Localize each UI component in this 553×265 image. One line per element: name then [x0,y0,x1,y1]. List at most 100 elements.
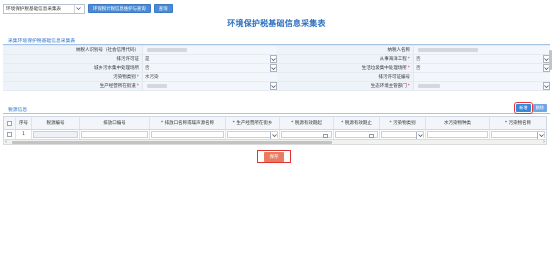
environment-dept-label-text: 生态环境主管部门 [370,84,407,89]
street-select[interactable] [142,82,277,90]
section-divider [3,113,550,114]
garbage-plant-label: 生活垃圾集中处理场所 * [277,64,413,72]
street-label: 生产经营所在街道 * [3,82,142,90]
save-button[interactable]: 保存 [264,151,284,162]
form-row: 城乡污水集中处理场所 否 生活垃圾集中处理场所 * 否 [3,64,550,73]
row-select-cell[interactable] [4,130,16,139]
pollutant-category-text: 水污染 [145,75,159,80]
pollutant-select[interactable] [491,131,545,139]
calendar-icon[interactable] [369,134,374,138]
chevron-down-icon [270,64,277,72]
section-tax-source-label: 税源信息 [8,108,28,113]
discharge-permit-value: 是 [145,57,150,62]
permit-number-input[interactable] [413,73,550,81]
table-horizontal-scrollbar[interactable]: ‹ › [3,139,547,145]
garbage-plant-label-text: 生活垃圾集中处理场所 [361,66,407,71]
ocean-engineering-select[interactable]: 否 [413,55,550,63]
table-row: 1 [4,130,546,139]
outlet-name-cell [150,130,226,139]
chevron-down-icon [416,132,423,139]
water-kind-cell [426,130,490,139]
ocean-engineering-value: 否 [416,57,421,62]
add-row-button[interactable]: 新增 [514,102,533,114]
chevron-down-icon [270,132,277,139]
basic-info-form: 纳税人识别号（社会信用代码） 纳税人名称 排污许可证 是 从事海洋工程 * 否 城… [3,45,550,91]
garbage-plant-value: 否 [416,66,421,71]
valid-from-cell [280,130,334,139]
chevron-down-icon [537,132,544,139]
delete-row-button[interactable]: 删除 [532,104,547,112]
environment-dept-label: 生态环境主管部门 * [277,82,413,90]
discharge-permit-label: 排污许可证 [116,57,140,62]
tax-source-maintain-button[interactable]: 环保税计税信息维护与查询 [88,4,151,13]
col-header-outlet-name: * 排放口名称或噪声源名称 [150,117,226,129]
pollutant-category-label-text: 污染物类别 [113,75,136,80]
required-mark: * [407,56,410,62]
row-index: 1 [16,130,32,139]
pollutant-category-label: 污染物类别 * [3,73,142,81]
source-no-input[interactable] [33,131,78,138]
col-header-valid-to: * 税源有效期止 [334,117,380,129]
valid-to-input[interactable] [335,131,378,138]
form-row: 排污许可证 是 从事海洋工程 * 否 [3,55,550,64]
query-button[interactable]: 查询 [153,4,173,13]
pollutant-category-value[interactable]: 水污染 [142,73,277,81]
top-toolbar: 环境保护税基础信息采集表 环保税计税信息维护与查询 查询 [3,3,173,14]
garbage-plant-select[interactable]: 否 [413,64,550,72]
col-header-water-kind: 水污染物种类 [426,117,490,129]
taxpayer-id-label: 纳税人识别号（社会信用代码） [76,48,139,53]
scroll-left-icon[interactable]: ‹ [5,139,7,145]
col-header-valid-from: * 税源有效期起 [280,117,334,129]
form-row: 纳税人识别号（社会信用代码） 纳税人名称 [3,46,550,55]
pollutant-cell [490,130,546,139]
table-header: 序号 税源编号 排放口编号 * 排放口名称或噪声源名称 * 生产经营所在街乡 *… [4,117,546,130]
col-header-outlet-no: 排放口编号 [80,117,150,129]
street-select[interactable] [227,131,278,139]
required-mark: * [136,83,139,89]
chevron-down-icon [543,82,550,90]
environment-dept-select[interactable] [413,82,550,90]
ocean-engineering-label-text: 从事海洋工程 [379,57,407,62]
select-all-checkbox[interactable] [7,120,12,126]
outlet-name-input[interactable] [151,131,224,138]
water-kind-input[interactable] [427,131,488,138]
form-row: 污染物类别 * 水污染 排污许可证编号 [3,73,550,82]
outlet-no-input[interactable] [81,131,148,138]
row-checkbox[interactable] [7,132,12,137]
outlet-no-cell [80,130,150,139]
form-row: 生产经营所在街道 * 生态环境主管部门 * [3,82,550,91]
chevron-down-icon [74,4,82,13]
sewage-plant-select[interactable]: 否 [142,64,277,72]
section-basic-info-label: 采集环境保护税基础信息采集表 [8,39,76,44]
category-select[interactable] [381,131,424,139]
form-scrollbar[interactable] [549,50,552,70]
save-button-highlight: 保存 [257,150,291,163]
form-type-select[interactable]: 环境保护税基础信息采集表 [3,3,85,14]
scroll-right-icon[interactable]: › [543,139,545,145]
sewage-plant-value: 否 [145,66,150,71]
tax-source-actions: 新增 删除 [514,102,547,114]
page-title: 环境保护税基础信息采集表 [227,19,326,28]
required-mark: * [407,65,410,71]
chevron-down-icon [270,55,277,63]
source-no-cell [32,130,80,139]
col-header-source-no: 税源编号 [32,117,80,129]
category-cell [380,130,426,139]
scrollbar-thumb[interactable] [12,141,332,144]
taxpayer-name-label: 纳税人名称 [387,48,411,53]
taxpayer-name-value [413,46,550,54]
discharge-permit-select[interactable]: 是 [142,55,277,63]
ocean-engineering-label: 从事海洋工程 * [277,55,413,63]
tax-source-table: 序号 税源编号 排放口编号 * 排放口名称或噪声源名称 * 生产经营所在街乡 *… [3,116,547,140]
valid-from-input[interactable] [281,131,332,138]
required-mark: * [407,83,410,89]
form-type-select-value: 环境保护税基础信息采集表 [6,6,62,12]
street-cell [226,130,280,139]
sewage-plant-label: 城乡污水集中处理场所 [94,66,139,71]
permit-number-label: 排污许可证编号 [378,75,411,80]
street-label-text: 生产经营所在街道 [99,84,136,89]
col-header-street: * 生产经营所在街乡 [226,117,280,129]
calendar-icon[interactable] [323,134,328,138]
col-header-index: 序号 [16,117,32,129]
select-all-cell[interactable] [4,117,16,129]
